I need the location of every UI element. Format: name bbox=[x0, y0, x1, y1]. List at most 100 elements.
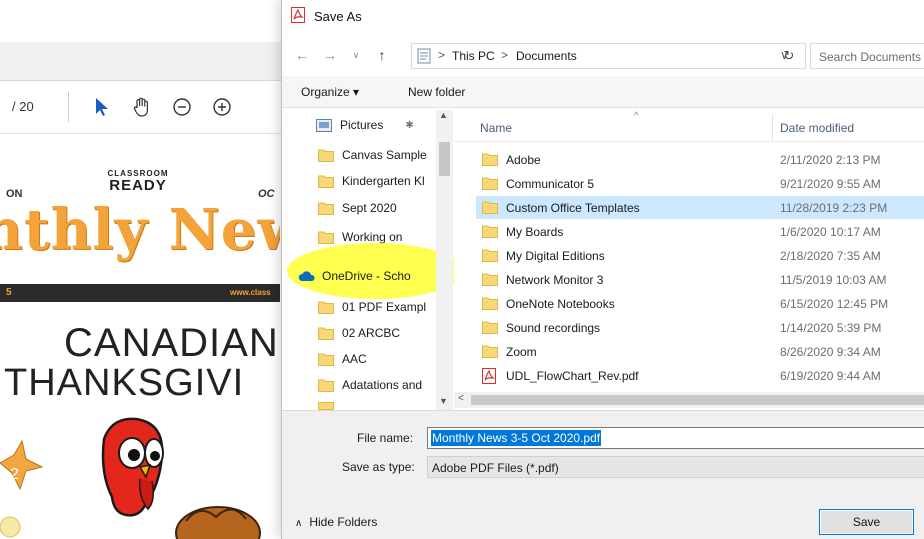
folder-icon bbox=[482, 200, 498, 217]
file-row[interactable]: Communicator 5 9/21/2020 9:55 AM bbox=[476, 172, 924, 195]
file-name: UDL_FlowChart_Rev.pdf bbox=[506, 369, 639, 383]
folder-icon bbox=[482, 224, 498, 241]
file-row[interactable]: Zoom 8/26/2020 9:34 AM bbox=[476, 340, 924, 363]
organize-button[interactable]: Organize ▾ bbox=[301, 85, 359, 99]
save-as-type-select[interactable]: Adobe PDF Files (*.pdf) bbox=[427, 456, 924, 478]
file-date-modified: 1/14/2020 5:39 PM bbox=[780, 321, 882, 335]
folder-icon bbox=[318, 327, 334, 340]
nav-item-onedrive[interactable]: OneDrive - Scho bbox=[298, 265, 411, 287]
save-as-dialog: Save As ← → ∨ ↑ > This PC > Documents ∨ … bbox=[281, 0, 924, 539]
column-header-date-modified[interactable]: Date modified bbox=[780, 121, 854, 135]
nav-item-sept-2020[interactable]: Sept 2020 bbox=[318, 197, 397, 219]
file-list-header: ^ Name Date modified bbox=[454, 110, 924, 142]
folder-icon bbox=[482, 248, 498, 265]
pin-icon[interactable]: ✱ bbox=[405, 120, 413, 131]
file-row[interactable]: Adobe 2/11/2020 2:13 PM bbox=[476, 148, 924, 171]
nav-item-label: 01 PDF Exampl bbox=[342, 300, 427, 314]
file-name: Network Monitor 3 bbox=[506, 273, 604, 287]
up-arrow-icon[interactable]: ↑ bbox=[372, 44, 392, 66]
file-list-horizontal-scrollbar[interactable]: < bbox=[454, 392, 924, 408]
file-row[interactable]: OneNote Notebooks 6/15/2020 12:45 PM bbox=[476, 292, 924, 315]
save-as-type-value: Adobe PDF Files (*.pdf) bbox=[432, 461, 559, 475]
folder-icon bbox=[318, 402, 334, 410]
file-row[interactable]: Sound recordings 1/14/2020 5:39 PM bbox=[476, 316, 924, 339]
nav-item-02-arcbc[interactable]: 02 ARCBC bbox=[318, 322, 400, 344]
toolbar-divider bbox=[68, 92, 69, 122]
file-name-label: File name: bbox=[357, 431, 414, 445]
file-date-modified: 2/18/2020 7:35 AM bbox=[780, 249, 881, 263]
scroll-up-arrow-icon[interactable]: ▲ bbox=[439, 110, 448, 120]
nav-item-label: OneDrive - Scho bbox=[322, 269, 411, 283]
file-row[interactable]: Custom Office Templates 11/28/2019 2:23 P… bbox=[476, 196, 924, 219]
file-name: Adobe bbox=[506, 153, 541, 167]
scrollbar-thumb[interactable] bbox=[439, 142, 450, 176]
file-date-modified: 9/21/2020 9:55 AM bbox=[780, 177, 881, 191]
column-header-name[interactable]: Name bbox=[480, 121, 512, 135]
breadcrumb-this-pc[interactable]: This PC bbox=[452, 49, 495, 63]
scroll-down-arrow-icon[interactable]: ▼ bbox=[439, 396, 448, 406]
logo-text-bottom: READY bbox=[109, 177, 167, 194]
dialog-titlebar[interactable]: Save As bbox=[282, 0, 924, 32]
nav-item-label: Kindergarten Kl bbox=[342, 174, 425, 188]
file-row[interactable]: Network Monitor 3 11/5/2019 10:03 AM bbox=[476, 268, 924, 291]
new-folder-button[interactable]: New folder bbox=[408, 85, 465, 99]
zoom-out-icon[interactable] bbox=[166, 90, 198, 124]
address-bar[interactable]: > This PC > Documents ∨ bbox=[411, 43, 806, 69]
folder-icon bbox=[482, 272, 498, 289]
folder-icon bbox=[482, 344, 498, 361]
select-pointer-icon[interactable] bbox=[86, 90, 118, 124]
search-input[interactable]: Search Documents bbox=[819, 50, 921, 64]
forward-arrow-icon[interactable]: → bbox=[320, 44, 340, 66]
nav-item-label: Pictures bbox=[340, 118, 384, 132]
file-row[interactable]: My Boards 1/6/2020 10:17 AM bbox=[476, 220, 924, 243]
navigation-pane-scrollbar[interactable]: ▲ ▼ bbox=[436, 110, 453, 410]
pdf-file-icon bbox=[482, 368, 496, 387]
chevron-up-icon: ∧ bbox=[295, 518, 303, 529]
file-name: Zoom bbox=[506, 345, 537, 359]
acrobat-pdf-icon bbox=[291, 7, 305, 26]
search-box[interactable]: Search Documents bbox=[810, 43, 924, 69]
scroll-left-arrow-icon[interactable]: < bbox=[458, 393, 464, 404]
scrollbar-thumb[interactable] bbox=[471, 395, 924, 405]
nav-item-01-pdf-example[interactable]: 01 PDF Exampl bbox=[318, 296, 426, 318]
page-count: / 20 bbox=[12, 99, 34, 114]
hand-tool-icon[interactable] bbox=[126, 90, 158, 124]
file-row[interactable]: UDL_FlowChart_Rev.pdf 6/19/2020 9:44 AM bbox=[476, 364, 924, 387]
column-divider[interactable] bbox=[772, 114, 773, 140]
recent-locations-chevron-icon[interactable]: ∨ bbox=[346, 44, 366, 66]
nav-item-label: Canvas Sample bbox=[342, 148, 427, 162]
save-button[interactable]: Save bbox=[819, 509, 914, 535]
file-name-field[interactable]: Monthly News 3-5 Oct 2020.pdf bbox=[427, 427, 924, 449]
file-list[interactable]: Adobe 2/11/2020 2:13 PM Communicator 5 9/21… bbox=[454, 148, 924, 392]
file-row[interactable]: My Digital Editions 2/18/2020 7:35 AM bbox=[476, 244, 924, 267]
file-name: My Boards bbox=[506, 225, 564, 239]
breadcrumb-separator: > bbox=[438, 48, 446, 62]
nav-item-adatations[interactable]: Adatations and bbox=[318, 374, 422, 396]
file-name: Communicator 5 bbox=[506, 177, 595, 191]
star-digit: 2 bbox=[10, 466, 19, 483]
banner-website-text: www.class bbox=[230, 288, 271, 297]
hide-folders-button[interactable]: ∧ Hide Folders bbox=[295, 515, 377, 529]
navigation-pane[interactable]: Pictures ✱ Canvas Sample Kindergarten Kl… bbox=[282, 110, 454, 410]
file-date-modified: 11/28/2019 2:23 PM bbox=[780, 201, 888, 215]
zoom-in-icon[interactable] bbox=[206, 90, 238, 124]
refresh-icon[interactable]: ↻ bbox=[772, 43, 806, 69]
folder-icon bbox=[482, 152, 498, 169]
nav-item-label: Working on bbox=[342, 230, 403, 244]
folder-icon bbox=[482, 176, 498, 193]
breadcrumb-separator: > bbox=[501, 48, 509, 62]
back-arrow-icon[interactable]: ← bbox=[292, 44, 312, 66]
folder-icon bbox=[318, 231, 334, 244]
file-name-input[interactable]: Monthly News 3-5 Oct 2020.pdf bbox=[431, 430, 602, 446]
sort-ascending-icon: ^ bbox=[634, 111, 639, 122]
breadcrumb-documents[interactable]: Documents bbox=[516, 49, 577, 63]
file-date-modified: 1/6/2020 10:17 AM bbox=[780, 225, 881, 239]
nav-item-pictures[interactable]: Pictures ✱ bbox=[316, 114, 414, 136]
nav-item-kindergarten[interactable]: Kindergarten Kl bbox=[318, 170, 425, 192]
file-name: OneNote Notebooks bbox=[506, 297, 615, 311]
folder-icon bbox=[318, 379, 334, 392]
pdf-page: ON CLASSROOM READY OC nthly New 5 www.cl… bbox=[0, 135, 280, 539]
viewer-toolbar: / 20 bbox=[0, 82, 290, 134]
nav-item-canvas-sample[interactable]: Canvas Sample bbox=[318, 144, 427, 166]
nav-item-aac[interactable]: AAC bbox=[318, 348, 367, 370]
